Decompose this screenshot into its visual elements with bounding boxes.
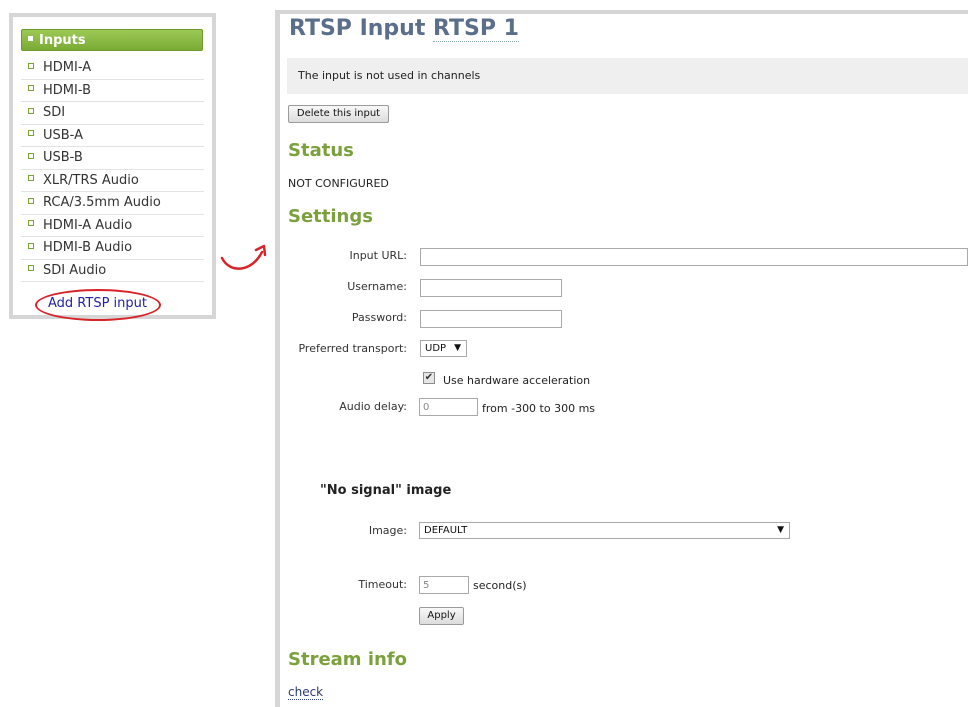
input-url-label: Input URL: — [349, 249, 407, 262]
sidebar-item-label: HDMI-B — [43, 82, 91, 98]
add-rtsp-input-link[interactable]: Add RTSP input — [48, 296, 147, 311]
checkmark-icon: ✔ — [424, 372, 434, 383]
square-bullet-icon — [28, 107, 34, 114]
sidebar-item-label: RCA/3.5mm Audio — [43, 195, 161, 210]
inputs-sidebar-header-label: Inputs — [39, 33, 86, 48]
sidebar-item-hdmi-b-audio[interactable]: HDMI-B Audio — [21, 237, 204, 260]
curved-arrow-icon — [220, 244, 267, 270]
sidebar-item-usb-a[interactable]: USB-A — [21, 125, 204, 147]
sidebar-item-label: USB-B — [43, 150, 83, 165]
main-panel-topbar — [275, 10, 968, 14]
sidebar-item-label: SDI — [43, 105, 66, 120]
square-bullet-icon — [28, 130, 34, 136]
sidebar-item-rca-audio[interactable]: RCA/3.5mm Audio — [21, 192, 204, 215]
inputs-sidebar-inner: Inputs HDMI-A HDMI-B SDI USB-A USB-B XLR… — [13, 17, 212, 321]
stream-info-heading: Stream info — [288, 649, 408, 670]
main-panel-border — [275, 10, 280, 707]
transport-label: Preferred transport: — [298, 342, 407, 355]
password-label: Password: — [351, 311, 407, 324]
inputs-sidebar-header[interactable]: Inputs — [21, 29, 203, 51]
audio-delay-label: Audio delay: — [339, 400, 407, 413]
no-signal-heading: "No signal" image — [320, 483, 452, 498]
square-bullet-icon — [28, 242, 34, 249]
square-bullet-icon — [28, 175, 34, 181]
timeout-field[interactable]: 5 — [419, 576, 469, 594]
timeout-label: Timeout: — [358, 578, 407, 591]
sidebar-item-hdmi-a-audio[interactable]: HDMI-A Audio — [21, 215, 204, 237]
page-title: RTSP Input RTSP 1 — [289, 16, 519, 42]
image-label: Image: — [368, 524, 407, 537]
settings-heading: Settings — [288, 206, 373, 227]
transport-select[interactable]: UDP ▼ — [420, 340, 467, 357]
square-bullet-icon — [28, 220, 34, 226]
status-heading: Status — [288, 140, 354, 161]
input-url-field[interactable] — [420, 248, 968, 266]
apply-button[interactable]: Apply — [419, 607, 464, 625]
sidebar-item-label: HDMI-B Audio — [43, 240, 133, 255]
sidebar-item-label: HDMI-A — [43, 60, 92, 75]
triangle-down-icon: ▼ — [777, 525, 784, 535]
sidebar-item-xlr-trs-audio[interactable]: XLR/TRS Audio — [21, 170, 204, 192]
delete-input-button[interactable]: Delete this input — [288, 105, 389, 123]
image-select[interactable]: DEFAULT ▼ — [419, 522, 790, 539]
inputs-sidebar: Inputs HDMI-A HDMI-B SDI USB-A USB-B XLR… — [9, 13, 216, 321]
usage-notice: The input is not used in channels — [287, 58, 968, 94]
status-value: NOT CONFIGURED — [288, 177, 389, 190]
page-title-prefix: RTSP Input — [289, 16, 426, 41]
audio-delay-hint: from -300 to 300 ms — [482, 402, 596, 415]
sidebar-item-sdi[interactable]: SDI — [21, 102, 204, 125]
square-bullet-icon — [28, 265, 34, 271]
sidebar-item-label: HDMI-A Audio — [43, 217, 133, 233]
sidebar-item-sdi-audio[interactable]: SDI Audio — [21, 260, 204, 282]
square-bullet-icon — [28, 197, 34, 204]
triangle-down-icon: ▼ — [454, 343, 461, 353]
sidebar-item-label: XLR/TRS Audio — [43, 172, 139, 188]
square-bullet-icon — [28, 85, 34, 91]
check-link[interactable]: check — [288, 685, 324, 700]
square-bullet-icon — [28, 36, 33, 41]
timeout-unit: second(s) — [473, 579, 527, 592]
hw-accel-checkbox[interactable]: ✔ — [423, 372, 435, 384]
transport-select-value: UDP — [425, 343, 447, 354]
hw-accel-label: Use hardware acceleration — [443, 374, 591, 387]
username-field[interactable] — [420, 279, 562, 297]
password-field[interactable] — [420, 310, 562, 328]
audio-delay-field[interactable]: 0 — [419, 398, 478, 416]
sidebar-item-hdmi-a[interactable]: HDMI-A — [21, 57, 204, 80]
image-select-value: DEFAULT — [424, 525, 468, 536]
inputs-list: HDMI-A HDMI-B SDI USB-A USB-B XLR/TRS Au… — [21, 57, 204, 282]
sidebar-item-label: USB-A — [43, 127, 83, 143]
username-label: Username: — [347, 280, 407, 293]
sidebar-item-label: SDI Audio — [43, 262, 107, 278]
square-bullet-icon — [28, 62, 34, 69]
sidebar-item-hdmi-b[interactable]: HDMI-B — [21, 80, 204, 102]
sidebar-item-usb-b[interactable]: USB-B — [21, 147, 204, 170]
page-title-input-name[interactable]: RTSP 1 — [433, 16, 519, 42]
square-bullet-icon — [28, 152, 34, 159]
